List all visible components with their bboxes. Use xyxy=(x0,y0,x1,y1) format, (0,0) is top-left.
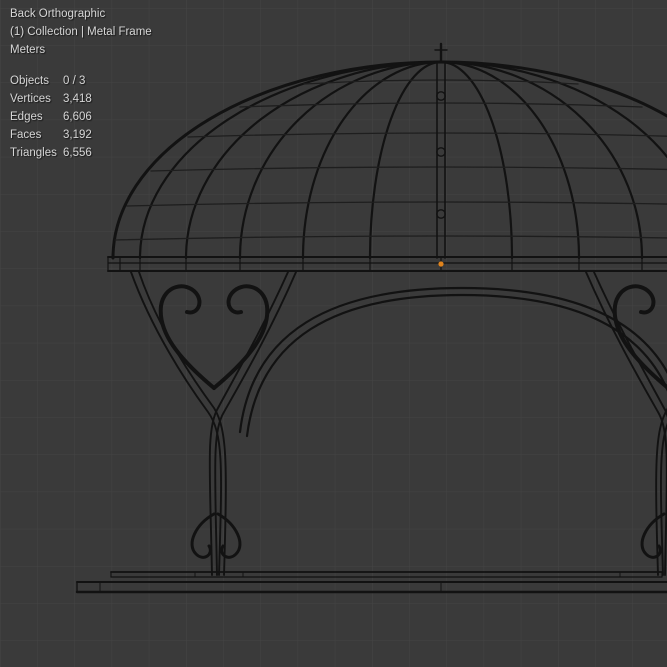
collection-breadcrumb: (1) Collection | Metal Frame xyxy=(10,26,152,38)
viewport-canvas[interactable] xyxy=(0,0,667,667)
stat-row-vertices: Vertices 3,418 xyxy=(10,90,92,108)
stat-label: Edges xyxy=(10,111,43,123)
unit-system-label: Meters xyxy=(10,44,46,56)
object-origin-point[interactable] xyxy=(438,261,444,267)
scene-statistics: Objects 0 / 3 Vertices 3,418 Edges 6,606… xyxy=(10,72,92,162)
stat-value: 3,418 xyxy=(63,93,92,105)
stat-label: Faces xyxy=(10,129,42,141)
stat-value: 3,192 xyxy=(63,129,92,141)
stat-row-triangles: Triangles 6,556 xyxy=(10,144,92,162)
stat-label: Vertices xyxy=(10,93,51,105)
floor-grid xyxy=(0,0,667,667)
stat-value: 6,606 xyxy=(63,111,92,123)
stat-row-objects: Objects 0 / 3 xyxy=(10,72,92,90)
stat-value: 6,556 xyxy=(63,147,92,159)
stat-row-faces: Faces 3,192 xyxy=(10,126,92,144)
blender-3d-viewport[interactable]: Back Orthographic (1) Collection | Metal… xyxy=(0,0,667,667)
viewport-overlay: Back Orthographic (1) Collection | Metal… xyxy=(10,5,152,59)
stat-label: Triangles xyxy=(10,147,57,159)
view-name-label: Back Orthographic xyxy=(10,8,106,20)
stat-value: 0 / 3 xyxy=(63,75,86,87)
stat-label: Objects xyxy=(10,75,49,87)
stat-row-edges: Edges 6,606 xyxy=(10,108,92,126)
